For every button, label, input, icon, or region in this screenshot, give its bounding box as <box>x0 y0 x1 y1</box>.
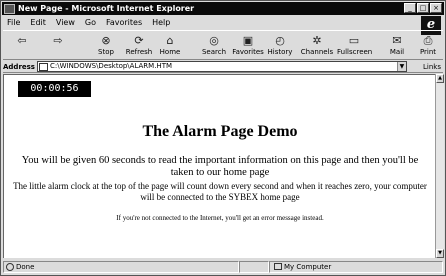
ie-status-icon <box>6 262 14 271</box>
security-zone: My Computer <box>284 262 332 271</box>
address-bar: Address C:\WINDOWS\Desktop\ALARM.HTM ▼ L… <box>3 61 443 73</box>
maximize-button[interactable]: □ <box>417 3 429 13</box>
status-bar: Done My Computer <box>3 260 443 273</box>
fullscreen-button[interactable]: ▭ Fullscreen <box>337 33 372 60</box>
alarm-paragraph: The little alarm clock at the top of the… <box>13 181 427 202</box>
refresh-icon: ⟳ <box>134 34 144 47</box>
favorites-icon: ▣ <box>242 34 254 47</box>
history-button[interactable]: ◴ History <box>263 33 297 60</box>
back-arrow-icon: ⇦ <box>17 34 27 47</box>
menu-favorites[interactable]: Favorites <box>106 18 142 27</box>
history-icon: ◴ <box>275 34 285 47</box>
search-button[interactable]: ◎ Search <box>197 33 231 60</box>
channels-button[interactable]: ✲ Channels <box>300 33 334 60</box>
print-icon: ⎙ <box>423 34 433 47</box>
standard-toolbar: ⇦ ⇨ ⊗ Stop ⟳ Refresh ⌂ Home ◎ Search ▣ F… <box>3 30 443 60</box>
address-dropdown-button[interactable]: ▼ <box>396 62 406 71</box>
my-computer-icon <box>274 263 282 270</box>
back-button[interactable]: ⇦ <box>5 33 39 60</box>
refresh-button[interactable]: ⟳ Refresh <box>122 33 156 60</box>
search-icon: ◎ <box>209 34 219 47</box>
intro-paragraph: You will be given 60 seconds to read the… <box>21 155 419 178</box>
home-icon: ⌂ <box>166 34 174 47</box>
page-content: 00:00:56 The Alarm Page Demo You will be… <box>3 74 435 258</box>
stop-icon: ⊗ <box>101 34 111 47</box>
mail-button[interactable]: ✉ Mail <box>380 33 414 60</box>
title-bar: New Page - Microsoft Internet Explorer _… <box>2 2 444 15</box>
vertical-scrollbar[interactable]: ▲ ▼ <box>435 74 444 258</box>
countdown-clock: 00:00:56 <box>18 81 91 97</box>
scroll-down-icon[interactable]: ▼ <box>436 249 444 258</box>
favorites-button[interactable]: ▣ Favorites <box>231 33 265 60</box>
print-button[interactable]: ⎙ Print <box>415 33 441 60</box>
address-label: Address <box>3 62 35 71</box>
error-note: If you're not connected to the Internet,… <box>116 214 324 222</box>
channels-icon: ✲ <box>312 34 322 47</box>
browser-window: New Page - Microsoft Internet Explorer _… <box>0 0 446 276</box>
links-button[interactable]: Links <box>423 63 441 71</box>
status-text-pane: Done <box>3 260 239 273</box>
menu-view[interactable]: View <box>56 18 75 27</box>
menu-go[interactable]: Go <box>85 18 96 27</box>
address-value: C:\WINDOWS\Desktop\ALARM.HTM <box>49 62 173 70</box>
close-button[interactable]: × <box>430 3 442 13</box>
page-icon <box>38 63 48 71</box>
stop-button[interactable]: ⊗ Stop <box>89 33 123 60</box>
fullscreen-icon: ▭ <box>348 34 360 47</box>
menu-edit[interactable]: Edit <box>30 18 46 27</box>
mail-icon: ✉ <box>392 34 402 47</box>
page-heading: The Alarm Page Demo <box>142 123 298 140</box>
menu-bar: File Edit View Go Favorites Help <box>3 16 443 28</box>
forward-button[interactable]: ⇨ <box>41 33 75 60</box>
ie-app-icon <box>4 3 15 14</box>
scroll-up-icon[interactable]: ▲ <box>436 74 444 83</box>
status-text: Done <box>16 262 35 271</box>
minimize-button[interactable]: _ <box>404 3 416 13</box>
address-input[interactable]: C:\WINDOWS\Desktop\ALARM.HTM ▼ <box>36 61 407 72</box>
window-controls: _ □ × <box>404 3 442 13</box>
forward-arrow-icon: ⇨ <box>53 34 63 47</box>
menu-help[interactable]: Help <box>152 18 170 27</box>
window-title: New Page - Microsoft Internet Explorer <box>18 4 195 13</box>
security-zone-pane: My Computer <box>269 260 443 273</box>
status-pane-progress <box>239 260 269 273</box>
menu-file[interactable]: File <box>7 18 20 27</box>
home-button[interactable]: ⌂ Home <box>153 33 187 60</box>
